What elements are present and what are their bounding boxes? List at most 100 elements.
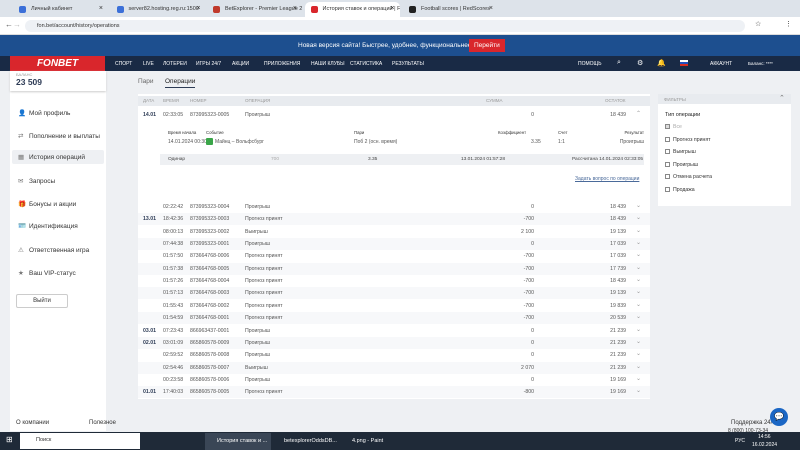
russia-flag-icon[interactable]: [680, 60, 688, 66]
filter-checkbox[interactable]: Отмена расчета: [665, 174, 712, 180]
close-icon[interactable]: ×: [293, 5, 297, 12]
back-icon[interactable]: ←: [5, 20, 13, 29]
close-icon[interactable]: ×: [489, 5, 493, 12]
forward-icon[interactable]: →: [13, 20, 21, 29]
sidebar-item[interactable]: ▦История операций: [12, 150, 104, 164]
nav-item[interactable]: СТАТИСТИКА: [350, 61, 382, 67]
sidebar-item[interactable]: ★Ваш VIP-статус: [18, 269, 76, 277]
table-row[interactable]: 02.0103:01:09865860578-0009Проигрыш021 2…: [138, 337, 650, 349]
chevron-down-icon[interactable]: ⌄: [636, 276, 641, 283]
sidebar-item[interactable]: ⚠Ответственная игра: [18, 246, 89, 254]
chevron-down-icon[interactable]: ⌄: [636, 239, 641, 246]
url-input[interactable]: fon.bet/account/history/operations: [25, 20, 745, 32]
go-button[interactable]: Перейти: [469, 39, 505, 52]
tab-bets[interactable]: Пари: [138, 78, 154, 85]
table-row[interactable]: 01:55:43873664768-0002Прогноз принят-700…: [138, 300, 650, 312]
nav-item[interactable]: РЕЗУЛЬТАТЫ: [392, 61, 424, 67]
nav-item[interactable]: LIVE: [143, 61, 154, 67]
table-row[interactable]: 01:54:59873664768-0001Прогноз принят-700…: [138, 312, 650, 324]
browser-tab[interactable]: История ставок и операций | F×: [305, 2, 400, 17]
footer-useful[interactable]: Полезное: [89, 420, 116, 426]
language-indicator[interactable]: РУС: [735, 438, 745, 444]
browser-tab[interactable]: server82.hosting.reg.ru:1500×: [111, 2, 206, 17]
chevron-down-icon[interactable]: ⌄: [636, 387, 641, 394]
chevron-up-icon[interactable]: ⌃: [636, 110, 641, 117]
chevron-down-icon[interactable]: ⌄: [636, 214, 641, 221]
table-row[interactable]: 13.0118:42:36873995323-0003Прогноз приня…: [138, 213, 650, 225]
nav-item[interactable]: АКЦИИ: [232, 61, 249, 67]
logout-button[interactable]: Выйти: [16, 294, 68, 308]
browser-tab[interactable]: Football scores | RedScores×: [403, 2, 498, 17]
ask-question-link[interactable]: Задать вопрос по операции: [575, 176, 639, 182]
table-row[interactable]: 01:57:50873664768-0006Прогноз принят-700…: [138, 250, 650, 262]
chevron-down-icon[interactable]: ⌄: [636, 301, 641, 308]
taskbar-app-paint[interactable]: 4.png - Paint: [340, 433, 406, 450]
search-icon[interactable]: ⌕: [617, 59, 621, 67]
settings-icon[interactable]: ⚙: [637, 59, 643, 67]
filter-checkbox[interactable]: Продажа: [665, 187, 695, 193]
table-row[interactable]: 01:57:13873664768-0003Прогноз принят-700…: [138, 287, 650, 299]
chevron-down-icon[interactable]: ⌄: [636, 264, 641, 271]
windows-start-icon[interactable]: ⊞: [6, 435, 13, 444]
table-row[interactable]: 00:23:58865860578-0006Проигрыш019 169⌄: [138, 374, 650, 386]
chevron-down-icon[interactable]: ⌄: [636, 227, 641, 234]
filter-checkbox[interactable]: Все: [665, 124, 682, 130]
close-icon[interactable]: ×: [196, 5, 200, 12]
filter-checkbox[interactable]: Проигрыш: [665, 162, 698, 168]
browser-tab[interactable]: Личный кабинет×: [13, 2, 108, 17]
table-row[interactable]: 01:57:26873664768-0004Прогноз принят-700…: [138, 275, 650, 287]
table-row[interactable]: 03.0107:23:43866963437-0001Проигрыш021 2…: [138, 325, 650, 337]
nav-item[interactable]: ЛОТЕРЕИ: [163, 61, 187, 67]
sidebar-item[interactable]: 👤Мой профиль: [18, 109, 70, 117]
chevron-up-icon[interactable]: ⌃: [779, 94, 785, 102]
footer-about[interactable]: О компании: [16, 420, 49, 426]
checkbox-icon[interactable]: [665, 149, 670, 154]
clock-date[interactable]: 16.02.2024: [752, 442, 777, 448]
taskbar-search[interactable]: Поиск: [20, 433, 140, 449]
chevron-down-icon[interactable]: ⌄: [636, 375, 641, 382]
chevron-down-icon[interactable]: ⌄: [636, 202, 641, 209]
nav-item[interactable]: НАШИ КЛУБЫ: [311, 61, 345, 67]
table-row[interactable]: 07:44:38873995323-0001Проигрыш017 039⌄: [138, 238, 650, 250]
chevron-down-icon[interactable]: ⌄: [636, 363, 641, 370]
sidebar-item[interactable]: ✉Запросы: [18, 177, 55, 185]
fonbet-logo[interactable]: FONBET: [10, 56, 105, 71]
header-balance[interactable]: Баланс: ****: [748, 61, 773, 66]
bookmark-star-icon[interactable]: ☆: [755, 20, 761, 28]
table-row[interactable]: 02:54:46865860578-0007Выигрыш2 07021 239…: [138, 362, 650, 374]
table-row[interactable]: 08:00:13873995323-0002Выигрыш2 10019 139…: [138, 226, 650, 238]
table-row[interactable]: 01:57:38873664768-0005Прогноз принят-700…: [138, 263, 650, 275]
checkbox-icon[interactable]: [665, 137, 670, 142]
close-icon[interactable]: ×: [99, 5, 103, 12]
table-row[interactable]: 02:59:52865860578-0008Проигрыш021 239⌄: [138, 349, 650, 361]
help-link[interactable]: ПОМОЩЬ: [578, 61, 602, 67]
chevron-down-icon[interactable]: ⌄: [636, 313, 641, 320]
taskbar-app-chrome[interactable]: История ставок и ...: [205, 433, 271, 450]
chat-icon[interactable]: 💬: [770, 408, 788, 426]
sidebar-item[interactable]: ⇄Пополнение и выплаты: [18, 132, 100, 140]
table-row[interactable]: 02:22:42873995323-0004Проигрыш018 439⌄: [138, 201, 650, 213]
taskbar-app-betexplorer[interactable]: betexplorerOddsDB...: [272, 433, 338, 450]
sidebar-item[interactable]: 🎁Бонусы и акции: [18, 200, 76, 208]
close-icon[interactable]: ×: [390, 5, 394, 12]
account-link[interactable]: АККАУНТ: [710, 61, 732, 67]
browser-tab[interactable]: BetExplorer - Premier League 2×: [207, 2, 302, 17]
chevron-down-icon[interactable]: ⌄: [636, 251, 641, 258]
table-row[interactable]: 14.0102:33:05873995323-0005Проигрыш018 4…: [138, 109, 650, 121]
table-row[interactable]: 01.0117:40:03865860578-0005Прогноз приня…: [138, 386, 650, 398]
chevron-down-icon[interactable]: ⌄: [636, 350, 641, 357]
chevron-down-icon[interactable]: ⌄: [636, 338, 641, 345]
chevron-down-icon[interactable]: ⌄: [636, 326, 641, 333]
filter-checkbox[interactable]: Выигрыш: [665, 149, 696, 155]
nav-item[interactable]: ПРИЛОЖЕНИЯ: [264, 61, 300, 67]
checkbox-icon[interactable]: [665, 162, 670, 167]
sidebar-item[interactable]: 🪪Идентификация: [18, 222, 78, 230]
checkbox-icon[interactable]: [665, 174, 670, 179]
clock-time[interactable]: 14:56: [758, 434, 771, 440]
checkbox-icon[interactable]: [665, 187, 670, 192]
nav-item[interactable]: СПОРТ: [115, 61, 132, 67]
tab-operations[interactable]: Операции: [165, 78, 195, 88]
bell-icon[interactable]: 🔔: [657, 59, 666, 67]
filter-checkbox[interactable]: Прогноз принят: [665, 137, 711, 143]
checkbox-icon[interactable]: [665, 124, 670, 129]
